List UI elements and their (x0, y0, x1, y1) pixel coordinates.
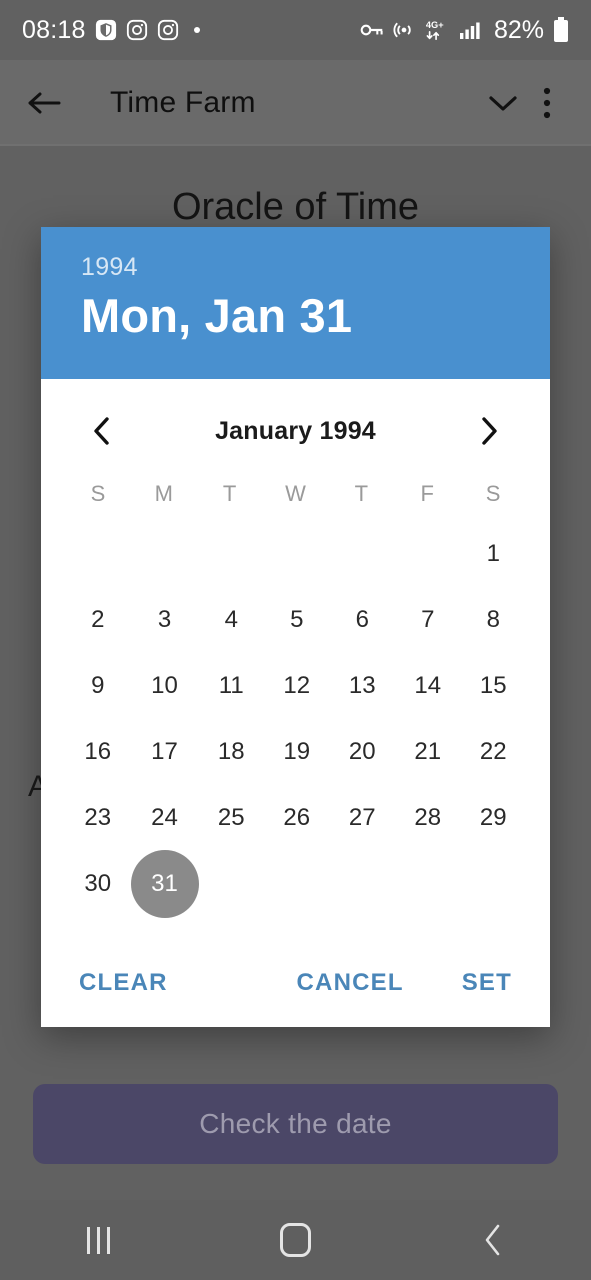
weekday-label: T (222, 481, 237, 506)
calendar-day-empty (395, 521, 461, 587)
network-4g-plus-icon: 4G+ (424, 18, 450, 42)
calendar-day[interactable]: 19 (264, 719, 330, 785)
back-button[interactable] (22, 81, 66, 125)
status-bar-right: 4G+ 82% (360, 16, 569, 45)
month-navigation: January 1994 (65, 391, 526, 471)
calendar-day[interactable]: 17 (131, 719, 199, 785)
weekday-label: F (420, 481, 434, 506)
calendar-day[interactable]: 3 (131, 587, 199, 653)
calendar-day[interactable]: 9 (65, 653, 131, 719)
calendar-day[interactable]: 14 (395, 653, 461, 719)
battery-percent-label: 82% (493, 15, 544, 44)
month-year-label: January 1994 (215, 416, 376, 445)
calendar-day[interactable]: 11 (199, 653, 265, 719)
check-the-date-button[interactable]: Check the date (33, 1084, 558, 1164)
key-icon (360, 21, 384, 39)
calendar-day[interactable]: 21 (395, 719, 461, 785)
recents-button[interactable] (54, 1210, 144, 1270)
selected-date-label[interactable]: Mon, Jan 31 (81, 288, 510, 343)
instagram-icon (126, 19, 148, 41)
svg-text:4G+: 4G+ (426, 20, 444, 30)
calendar-day[interactable]: 13 (330, 653, 396, 719)
calendar-day[interactable]: 29 (461, 785, 527, 851)
home-button[interactable] (251, 1210, 341, 1270)
phone-screen: 08:18 4G+ 82% Time Farm Oracle of Time A… (0, 0, 591, 1280)
battery-icon (553, 17, 569, 43)
selected-day-circle: 31 (130, 850, 199, 918)
calendar-day-empty (395, 851, 461, 917)
status-clock: 08:18 (22, 15, 86, 44)
recents-icon (87, 1226, 110, 1254)
clear-button[interactable]: CLEAR (75, 961, 172, 1005)
date-picker-header: 1994 Mon, Jan 31 (41, 227, 550, 379)
home-icon (280, 1223, 311, 1257)
calendar-day-empty (461, 851, 527, 917)
calendar-day[interactable]: 18 (199, 719, 265, 785)
calendar-day[interactable]: 7 (395, 587, 461, 653)
weekday-label: W (285, 481, 306, 506)
calendar-day[interactable]: 27 (330, 785, 396, 851)
calendar-day-empty (199, 521, 265, 587)
calendar-day[interactable]: 16 (65, 719, 131, 785)
calendar-day[interactable]: 4 (199, 587, 265, 653)
calendar-day[interactable]: 5 (264, 587, 330, 653)
calendar-day-empty (264, 521, 330, 587)
calendar-day[interactable]: 24 (131, 785, 199, 851)
calendar-day[interactable]: 30 (65, 851, 131, 917)
date-picker-dialog: 1994 Mon, Jan 31 January 1994 S M T W T … (41, 227, 550, 1027)
app-bar-title: Time Farm (110, 85, 256, 119)
back-chevron-icon (485, 1224, 499, 1256)
calendar-day[interactable]: 12 (264, 653, 330, 719)
hotspot-icon (393, 19, 415, 41)
date-picker-body: January 1994 S M T W T F S 1 2 3 4 5 6 7 8 9 10 11… (41, 379, 550, 939)
dot-icon (193, 27, 200, 33)
calendar-day-empty (330, 521, 396, 587)
app-bar: Time Farm (0, 60, 591, 145)
instagram-icon (157, 19, 179, 41)
weekday-header-row: S M T W T F S (65, 481, 526, 507)
calendar-day-empty (264, 851, 330, 917)
shield-icon (95, 19, 117, 41)
calendar-day[interactable]: 1 (461, 521, 527, 587)
page-title: Oracle of Time (171, 186, 420, 228)
calendar-day[interactable]: 20 (330, 719, 396, 785)
calendar-day[interactable]: 28 (395, 785, 461, 851)
calendar-day-grid: 1 2 3 4 5 6 7 8 9 10 11 12 13 14 15 16 17 18 19 20 21 22 23 24 2… (65, 521, 527, 918)
calendar-day[interactable]: 26 (264, 785, 330, 851)
calendar-day[interactable]: 10 (131, 653, 199, 719)
chevron-down-icon[interactable] (481, 81, 525, 125)
weekday-label: S (90, 481, 106, 506)
overflow-menu-icon[interactable] (525, 81, 569, 125)
calendar-day[interactable]: 22 (461, 719, 527, 785)
calendar-day[interactable]: 6 (330, 587, 396, 653)
cancel-button[interactable]: CANCEL (293, 961, 408, 1005)
app-bar-divider (0, 144, 591, 146)
calendar-day-empty (131, 521, 199, 587)
calendar-day[interactable]: 23 (65, 785, 131, 851)
weekday-label: S (485, 481, 501, 506)
android-nav-bar (0, 1200, 591, 1280)
calendar-day-empty (199, 851, 265, 917)
weekday-label: T (354, 481, 369, 506)
calendar-day[interactable]: 15 (461, 653, 527, 719)
selected-year-label[interactable]: 1994 (81, 253, 510, 282)
check-the-date-label: Check the date (199, 1108, 392, 1139)
calendar-day[interactable]: 2 (65, 587, 131, 653)
calendar-day-selected[interactable]: 31 (130, 850, 199, 918)
signal-bars-icon (459, 19, 483, 41)
status-bar: 08:18 4G+ 82% (0, 0, 591, 60)
status-bar-left: 08:18 (22, 16, 200, 45)
nav-back-button[interactable] (448, 1210, 538, 1270)
previous-month-button[interactable] (79, 408, 125, 454)
weekday-label: M (154, 481, 173, 506)
calendar-day[interactable]: 8 (461, 587, 527, 653)
next-month-button[interactable] (466, 408, 512, 454)
set-button[interactable]: SET (458, 961, 516, 1005)
calendar-day-empty (65, 521, 131, 587)
dialog-action-row: CLEAR CANCEL SET (41, 939, 550, 1027)
calendar-day-empty (330, 851, 396, 917)
calendar-day[interactable]: 25 (199, 785, 265, 851)
